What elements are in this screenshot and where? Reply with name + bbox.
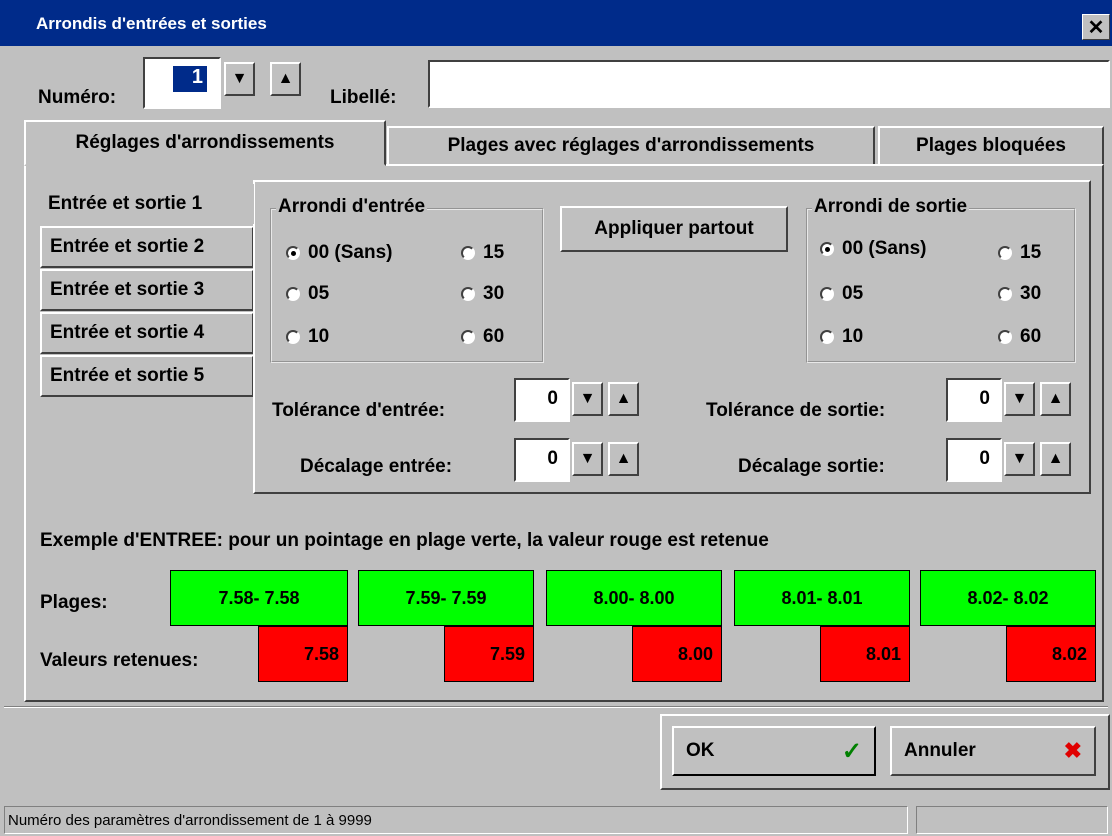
plages-label: Plages:: [40, 592, 108, 613]
side-item-4[interactable]: Entrée et sortie 4: [40, 312, 254, 354]
cancel-button[interactable]: Annuler ✖: [890, 726, 1096, 776]
checkmark-icon: ✓: [841, 737, 862, 765]
valeur-cell: 8.00: [632, 626, 722, 682]
triangle-up-icon: ▲: [1047, 390, 1064, 407]
plage-cell: 8.02- 8.02: [920, 570, 1096, 626]
triangle-up-icon: ▲: [615, 390, 632, 407]
sortie-radio-10[interactable]: 10: [820, 326, 863, 348]
status-panel: [916, 806, 1108, 834]
entree-radio-10[interactable]: 10: [286, 326, 329, 348]
tab-reglages[interactable]: Réglages d'arrondissements: [24, 120, 386, 166]
sortie-radio-00[interactable]: 00 (Sans): [820, 238, 926, 260]
arrondi-entree-legend: Arrondi d'entrée: [276, 196, 428, 218]
triangle-up-icon: ▲: [277, 70, 294, 87]
example-text: Exemple d'ENTREE: pour un pointage en pl…: [40, 530, 769, 551]
libelle-input[interactable]: [428, 60, 1110, 108]
sortie-radio-30[interactable]: 30: [998, 283, 1041, 305]
numero-up-button[interactable]: ▲: [270, 62, 301, 96]
tolerance-sortie-up[interactable]: ▲: [1040, 382, 1071, 416]
numero-field[interactable]: 1: [143, 57, 221, 109]
entree-radio-00[interactable]: 00 (Sans): [286, 242, 392, 264]
plage-cell: 8.01- 8.01: [734, 570, 910, 626]
title-bar: Arrondis d'entrées et sorties ✕: [0, 0, 1112, 46]
valeur-cell: 7.58: [258, 626, 348, 682]
plage-cell: 7.59- 7.59: [358, 570, 534, 626]
decalage-entree-down[interactable]: ▼: [572, 442, 603, 476]
entree-radio-60[interactable]: 60: [461, 326, 504, 348]
tolerance-sortie-down[interactable]: ▼: [1004, 382, 1035, 416]
valeur-cell: 8.02: [1006, 626, 1096, 682]
sortie-radio-60[interactable]: 60: [998, 326, 1041, 348]
triangle-down-icon: ▼: [231, 70, 248, 87]
apply-everywhere-button[interactable]: Appliquer partout: [560, 206, 788, 252]
valeur-cell: 7.59: [444, 626, 534, 682]
valeur-cell: 8.01: [820, 626, 910, 682]
libelle-label: Libellé:: [330, 87, 397, 108]
window-title: Arrondis d'entrées et sorties: [36, 14, 267, 33]
triangle-down-icon: ▼: [1011, 390, 1028, 407]
decalage-sortie-down[interactable]: ▼: [1004, 442, 1035, 476]
ok-button[interactable]: OK ✓: [672, 726, 876, 776]
tolerance-sortie-field[interactable]: 0: [946, 378, 1002, 422]
triangle-up-icon: ▲: [615, 450, 632, 467]
tolerance-entree-label: Tolérance d'entrée:: [272, 400, 446, 421]
tolerance-entree-field[interactable]: 0: [514, 378, 570, 422]
numero-down-button[interactable]: ▼: [224, 62, 255, 96]
sortie-radio-15[interactable]: 15: [998, 242, 1041, 264]
triangle-up-icon: ▲: [1047, 450, 1064, 467]
tolerance-sortie-label: Tolérance de sortie:: [706, 400, 886, 421]
triangle-down-icon: ▼: [579, 390, 596, 407]
tab-plages-bloquees-label: Plages bloquées: [916, 135, 1066, 156]
entree-radio-30[interactable]: 30: [461, 283, 504, 305]
numero-value: 1: [173, 66, 207, 92]
decalage-entree-field[interactable]: 0: [514, 438, 570, 482]
tolerance-entree-up[interactable]: ▲: [608, 382, 639, 416]
tab-plages-bloquees[interactable]: Plages bloquées: [878, 126, 1104, 164]
tab-plages-reglages[interactable]: Plages avec réglages d'arrondissements: [387, 126, 875, 164]
arrondi-sortie-legend: Arrondi de sortie: [812, 196, 970, 218]
separator: [4, 706, 1108, 708]
tab-reglages-label: Réglages d'arrondissements: [75, 132, 335, 153]
decalage-sortie-label: Décalage sortie:: [738, 456, 885, 477]
numero-label: Numéro:: [38, 87, 117, 108]
triangle-down-icon: ▼: [1011, 450, 1028, 467]
x-icon: ✖: [1063, 738, 1082, 763]
decalage-entree-label: Décalage entrée:: [300, 456, 453, 477]
valeurs-retenues-label: Valeurs retenues:: [40, 650, 199, 671]
decalage-entree-up[interactable]: ▲: [608, 442, 639, 476]
tolerance-entree-down[interactable]: ▼: [572, 382, 603, 416]
entree-radio-15[interactable]: 15: [461, 242, 504, 264]
status-text: Numéro des paramètres d'arrondissement d…: [4, 806, 908, 834]
side-item-2[interactable]: Entrée et sortie 2: [40, 226, 254, 268]
decalage-sortie-field[interactable]: 0: [946, 438, 1002, 482]
entree-radio-05[interactable]: 05: [286, 283, 329, 305]
sortie-radio-05[interactable]: 05: [820, 283, 863, 305]
close-icon[interactable]: ✕: [1082, 14, 1110, 40]
side-item-1[interactable]: Entrée et sortie 1: [40, 184, 254, 224]
plage-cell: 8.00- 8.00: [546, 570, 722, 626]
triangle-down-icon: ▼: [579, 450, 596, 467]
decalage-sortie-up[interactable]: ▲: [1040, 442, 1071, 476]
plage-cell: 7.58- 7.58: [170, 570, 348, 626]
side-item-3[interactable]: Entrée et sortie 3: [40, 269, 254, 311]
side-item-5[interactable]: Entrée et sortie 5: [40, 355, 254, 397]
tab-plages-reglages-label: Plages avec réglages d'arrondissements: [447, 135, 815, 156]
